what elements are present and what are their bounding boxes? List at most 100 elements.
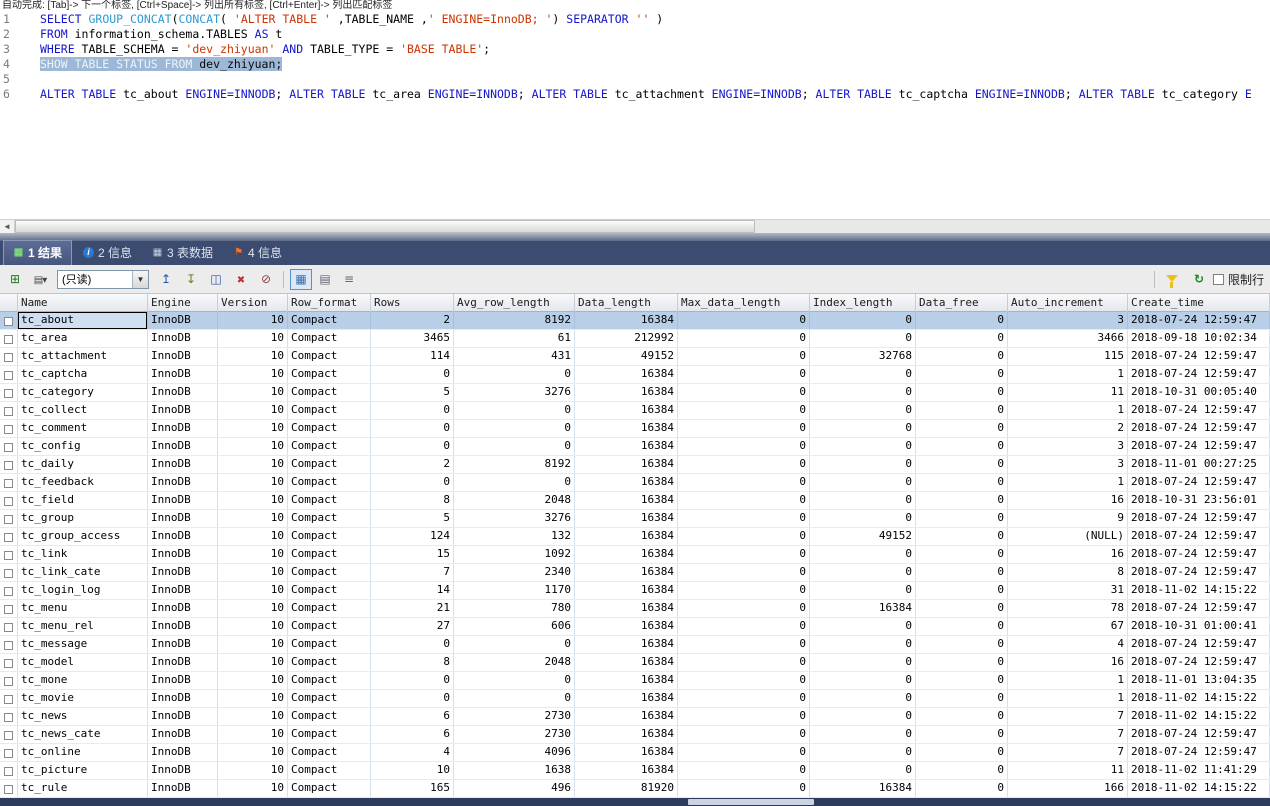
grid-horizontal-scrollbar[interactable] [0, 798, 1270, 806]
cell-row_format[interactable]: Compact [288, 456, 371, 473]
limit-rows-checkbox[interactable] [1213, 274, 1224, 285]
cell-rows[interactable]: 8 [371, 492, 454, 509]
cell-rows[interactable]: 5 [371, 384, 454, 401]
row-checkbox[interactable] [4, 461, 13, 470]
cell-rows[interactable]: 2 [371, 312, 454, 329]
cell-name[interactable]: tc_field [18, 492, 148, 509]
cell-data_length[interactable]: 16384 [575, 546, 678, 563]
cell-index_length[interactable]: 0 [810, 402, 916, 419]
cell-data_length[interactable]: 16384 [575, 672, 678, 689]
cell-avg_row_length[interactable]: 780 [454, 600, 575, 617]
cell-row_format[interactable]: Compact [288, 672, 371, 689]
cell-create_time[interactable]: 2018-11-01 13:04:35 [1128, 672, 1270, 689]
cell-rows[interactable]: 3465 [371, 330, 454, 347]
cell-rows[interactable]: 4 [371, 744, 454, 761]
cell-auto_increment[interactable]: 4 [1008, 636, 1128, 653]
table-row[interactable]: tc_link_cateInnoDB10Compact7234016384000… [0, 564, 1270, 582]
cell-rows[interactable]: 0 [371, 690, 454, 707]
row-select-cell[interactable] [0, 762, 18, 779]
cell-rows[interactable]: 0 [371, 474, 454, 491]
cell-name[interactable]: tc_group [18, 510, 148, 527]
cell-version[interactable]: 10 [218, 780, 288, 797]
cell-data_length[interactable]: 16384 [575, 762, 678, 779]
filter-funnel-icon[interactable] [1161, 269, 1183, 290]
cell-version[interactable]: 10 [218, 636, 288, 653]
cell-data_length[interactable]: 81920 [575, 780, 678, 797]
table-row[interactable]: tc_dailyInnoDB10Compact28192163840003201… [0, 456, 1270, 474]
cell-engine[interactable]: InnoDB [148, 672, 218, 689]
cell-data_free[interactable]: 0 [916, 528, 1008, 545]
cell-index_length[interactable]: 0 [810, 546, 916, 563]
cell-data_free[interactable]: 0 [916, 330, 1008, 347]
cell-avg_row_length[interactable]: 8192 [454, 312, 575, 329]
row-select-cell[interactable] [0, 312, 18, 329]
cell-auto_increment[interactable]: 1 [1008, 402, 1128, 419]
column-header-avg_row_length[interactable]: Avg_row_length [454, 294, 575, 312]
cell-avg_row_length[interactable]: 496 [454, 780, 575, 797]
code-line[interactable]: WHERE TABLE_SCHEMA = 'dev_zhiyuan' AND T… [40, 42, 1270, 57]
cell-rows[interactable]: 14 [371, 582, 454, 599]
cell-data_free[interactable]: 0 [916, 600, 1008, 617]
table-row[interactable]: tc_aboutInnoDB10Compact28192163840003201… [0, 312, 1270, 330]
code-line[interactable]: ALTER TABLE tc_about ENGINE=INNODB; ALTE… [40, 87, 1270, 102]
cell-index_length[interactable]: 0 [810, 510, 916, 527]
cell-engine[interactable]: InnoDB [148, 438, 218, 455]
table-row[interactable]: tc_menu_relInnoDB10Compact27606163840006… [0, 618, 1270, 636]
cell-version[interactable]: 10 [218, 600, 288, 617]
cell-data_free[interactable]: 0 [916, 402, 1008, 419]
row-select-cell[interactable] [0, 654, 18, 671]
cell-engine[interactable]: InnoDB [148, 312, 218, 329]
cell-name[interactable]: tc_login_log [18, 582, 148, 599]
cell-create_time[interactable]: 2018-07-24 12:59:47 [1128, 654, 1270, 671]
cell-avg_row_length[interactable]: 0 [454, 636, 575, 653]
cell-index_length[interactable]: 0 [810, 744, 916, 761]
cell-max_data_length[interactable]: 0 [678, 636, 810, 653]
cell-engine[interactable]: InnoDB [148, 582, 218, 599]
cell-rows[interactable]: 27 [371, 618, 454, 635]
row-checkbox[interactable] [4, 641, 13, 650]
cell-row_format[interactable]: Compact [288, 312, 371, 329]
cell-max_data_length[interactable]: 0 [678, 726, 810, 743]
row-select-cell[interactable] [0, 744, 18, 761]
cell-max_data_length[interactable]: 0 [678, 312, 810, 329]
row-checkbox[interactable] [4, 569, 13, 578]
cell-engine[interactable]: InnoDB [148, 330, 218, 347]
cell-avg_row_length[interactable]: 0 [454, 690, 575, 707]
cell-max_data_length[interactable]: 0 [678, 402, 810, 419]
cell-engine[interactable]: InnoDB [148, 546, 218, 563]
cell-version[interactable]: 10 [218, 762, 288, 779]
column-header-name[interactable]: Name [18, 294, 148, 312]
row-checkbox[interactable] [4, 353, 13, 362]
table-row[interactable]: tc_linkInnoDB10Compact151092163840001620… [0, 546, 1270, 564]
cell-create_time[interactable]: 2018-07-24 12:59:47 [1128, 744, 1270, 761]
cell-engine[interactable]: InnoDB [148, 564, 218, 581]
row-select-cell[interactable] [0, 600, 18, 617]
cell-name[interactable]: tc_config [18, 438, 148, 455]
cell-avg_row_length[interactable]: 3276 [454, 510, 575, 527]
cell-max_data_length[interactable]: 0 [678, 690, 810, 707]
cell-max_data_length[interactable]: 0 [678, 420, 810, 437]
cell-version[interactable]: 10 [218, 456, 288, 473]
row-select-cell[interactable] [0, 330, 18, 347]
cell-data_free[interactable]: 0 [916, 492, 1008, 509]
cell-auto_increment[interactable]: 78 [1008, 600, 1128, 617]
cell-row_format[interactable]: Compact [288, 600, 371, 617]
cell-create_time[interactable]: 2018-07-24 12:59:47 [1128, 348, 1270, 365]
cell-version[interactable]: 10 [218, 618, 288, 635]
cell-auto_increment[interactable]: 67 [1008, 618, 1128, 635]
cell-index_length[interactable]: 32768 [810, 348, 916, 365]
cell-rows[interactable]: 2 [371, 456, 454, 473]
cell-data_free[interactable]: 0 [916, 636, 1008, 653]
row-select-cell[interactable] [0, 546, 18, 563]
cell-rows[interactable]: 15 [371, 546, 454, 563]
cell-max_data_length[interactable]: 0 [678, 384, 810, 401]
table-row[interactable]: tc_categoryInnoDB10Compact53276163840001… [0, 384, 1270, 402]
column-header-version[interactable]: Version [218, 294, 288, 312]
cell-max_data_length[interactable]: 0 [678, 600, 810, 617]
cell-auto_increment[interactable]: 1 [1008, 366, 1128, 383]
row-checkbox[interactable] [4, 371, 13, 380]
cell-row_format[interactable]: Compact [288, 762, 371, 779]
cell-engine[interactable]: InnoDB [148, 654, 218, 671]
row-checkbox[interactable] [4, 407, 13, 416]
cell-rows[interactable]: 10 [371, 762, 454, 779]
